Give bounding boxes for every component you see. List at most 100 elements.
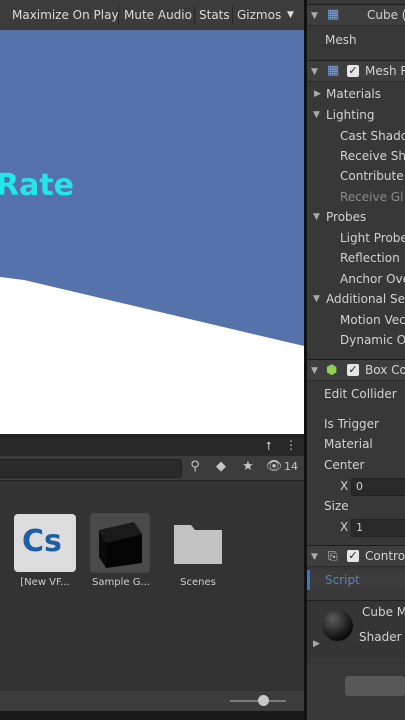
size-row: Size — [307, 496, 405, 516]
white-floor-plane — [0, 277, 304, 434]
foldout-down-arrow-icon[interactable]: ▼ — [313, 207, 320, 227]
foldout-right-arrow-icon[interactable]: ▶ — [313, 639, 320, 649]
property-row: Receive Gl — [307, 187, 405, 207]
asset-label: Sample G... — [92, 577, 150, 588]
component-title: Cube ( — [367, 8, 405, 22]
asset-tile-prefab[interactable] — [90, 513, 150, 573]
hidden-packages-eye-icon[interactable]: 👁 — [263, 458, 285, 476]
stats-toggle[interactable]: Stats — [199, 5, 230, 25]
script-field-row[interactable]: Script — [307, 570, 405, 590]
folder-icon — [174, 525, 222, 564]
box-collider-header[interactable]: ▼ ⬢ ✓ Box Co — [307, 359, 405, 381]
lighting-foldout[interactable]: ▼ Lighting — [307, 105, 405, 125]
center-x-row: X 0 — [307, 476, 405, 496]
component-title: Box Co — [365, 363, 405, 377]
property-row[interactable]: Contribute — [307, 166, 405, 186]
edit-collider-label: Edit Collider — [324, 387, 397, 401]
is-trigger-row[interactable]: Is Trigger — [307, 414, 405, 434]
property-row[interactable]: Receive Sh — [307, 146, 405, 166]
foldout-arrow-icon[interactable]: ▼ — [311, 62, 318, 81]
inspector-panel: ▼ ▦ Cube ( Mesh ▼ ▦ ✓ Mesh R ▶ Materials… — [307, 0, 405, 720]
axis-label: X — [340, 520, 349, 534]
section-label: Additional Se — [326, 292, 405, 306]
foldout-arrow-icon[interactable]: ▼ — [311, 361, 318, 380]
game-view-toolbar: Maximize On Play Mute Audio Stats Gizmos… — [0, 0, 304, 31]
gizmos-toggle[interactable]: Gizmos — [237, 5, 281, 25]
toolbar-divider — [232, 6, 233, 24]
toolbar-divider — [194, 6, 195, 24]
property-label: Cast Shado — [340, 129, 405, 143]
property-row[interactable]: Motion Vec — [307, 310, 405, 330]
game-overlay-text: Rate — [0, 168, 75, 203]
enabled-checkbox[interactable]: ✓ — [347, 550, 359, 562]
property-row[interactable]: Reflection — [307, 248, 405, 268]
shader-label: Shader — [359, 630, 402, 644]
foldout-down-arrow-icon[interactable]: ▼ — [313, 105, 320, 125]
property-label: Size — [324, 499, 349, 513]
enabled-checkbox[interactable]: ✓ — [347, 364, 359, 376]
section-label: Probes — [326, 210, 367, 224]
box-collider-icon: ⬢ — [326, 363, 338, 378]
center-row: Center — [307, 455, 405, 475]
foldout-down-arrow-icon[interactable]: ▼ — [313, 289, 320, 309]
csharp-script-icon: Cs — [22, 524, 62, 559]
property-label: Material — [324, 437, 373, 451]
maximize-on-play-toggle[interactable]: Maximize On Play — [12, 5, 119, 25]
additional-settings-foldout[interactable]: ▼ Additional Se — [307, 289, 405, 309]
asset-tile-script[interactable]: Cs — [14, 514, 76, 572]
size-x-row: X 1 — [307, 517, 405, 537]
property-label: Motion Vec — [340, 313, 405, 327]
size-x-field[interactable]: 1 — [351, 519, 405, 537]
mesh-renderer-header[interactable]: ▼ ▦ ✓ Mesh R — [307, 60, 405, 82]
property-label: Dynamic O — [340, 333, 405, 347]
property-label: Is Trigger — [324, 417, 379, 431]
property-label: Anchor Ove — [340, 272, 405, 286]
toolbar-divider — [118, 6, 119, 24]
property-row[interactable]: Light Probe — [307, 228, 405, 248]
property-label: Reflection — [340, 251, 400, 265]
script-component-header[interactable]: ▼ ⎘ ✓ Contro — [307, 545, 405, 567]
mute-audio-toggle[interactable]: Mute Audio — [124, 5, 192, 25]
favorite-star-icon[interactable]: ★ — [239, 458, 257, 476]
property-row[interactable]: Anchor Ove — [307, 269, 405, 289]
mesh-label: Mesh — [325, 33, 357, 47]
mesh-filter-icon: ▦ — [327, 7, 340, 22]
foldout-arrow-icon[interactable]: ▼ — [311, 6, 318, 25]
component-title: Mesh R — [365, 64, 405, 78]
gizmos-dropdown-arrow-icon[interactable]: ▼ — [287, 5, 294, 25]
center-x-field[interactable]: 0 — [351, 478, 405, 496]
asset-label: Scenes — [180, 577, 216, 588]
script-icon: ⎘ — [328, 549, 338, 563]
project-search-input[interactable] — [0, 459, 182, 478]
search-by-type-icon[interactable]: ⚲ — [186, 458, 204, 476]
materials-foldout[interactable]: ▶ Materials — [307, 84, 405, 104]
foldout-right-arrow-icon[interactable]: ▶ — [314, 84, 321, 104]
enabled-checkbox[interactable]: ✓ — [347, 65, 359, 77]
lock-panel-icon[interactable]: ⭡ — [266, 439, 272, 454]
section-label: Lighting — [326, 108, 375, 122]
property-label: Contribute — [340, 169, 404, 183]
axis-label: X — [340, 479, 349, 493]
property-label: Light Probe — [340, 231, 405, 245]
icon-size-slider-thumb[interactable] — [258, 695, 269, 706]
script-label: Script — [325, 573, 360, 587]
black-cube-prefab-icon — [99, 522, 142, 568]
search-by-label-icon[interactable]: ◆ — [212, 458, 230, 476]
material-row[interactable]: Material — [307, 434, 405, 454]
panel-menu-icon[interactable]: ⋮ — [285, 438, 297, 452]
add-component-button[interactable] — [345, 676, 405, 696]
material-name: Cube M — [362, 605, 405, 619]
material-preview: Cube M Shader ▶ — [307, 600, 405, 657]
mesh-renderer-icon: ▦ — [327, 63, 340, 78]
property-label-disabled: Receive Gl — [340, 190, 404, 204]
property-row[interactable]: Dynamic O — [307, 330, 405, 350]
foldout-arrow-icon[interactable]: ▼ — [311, 547, 318, 566]
edit-collider-row[interactable]: Edit Collider — [307, 384, 405, 404]
probes-foldout[interactable]: ▼ Probes — [307, 207, 405, 227]
mesh-filter-header[interactable]: ▼ ▦ Cube ( — [307, 4, 405, 26]
asset-tile-folder[interactable] — [168, 513, 228, 573]
game-viewport[interactable]: Rate — [0, 30, 304, 434]
property-row[interactable]: Cast Shado — [307, 126, 405, 146]
project-panel-header: ⭡ ⋮ — [0, 438, 304, 456]
component-title: Contro — [365, 549, 405, 563]
